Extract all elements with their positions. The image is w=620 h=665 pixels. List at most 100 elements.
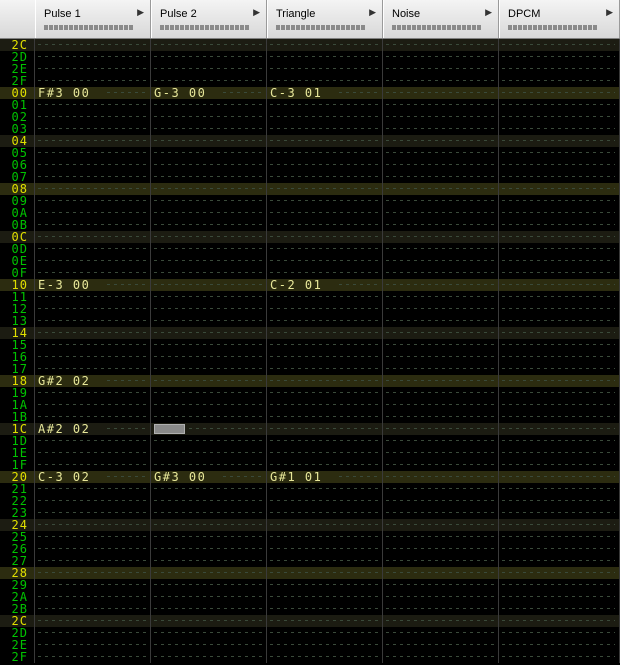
channel-header-triangle[interactable]: Triangle ▶ [267,0,383,38]
pattern-cell[interactable] [499,519,620,531]
pattern-cell[interactable] [151,483,267,495]
pattern-cell[interactable] [151,219,267,231]
pattern-cell[interactable] [151,627,267,639]
pattern-cell[interactable] [499,327,620,339]
pattern-cell[interactable] [267,339,383,351]
pattern-cell[interactable] [151,123,267,135]
pattern-cell[interactable] [383,195,499,207]
pattern-cell[interactable] [383,39,499,51]
pattern-cell[interactable] [499,399,620,411]
pattern-cell[interactable] [151,531,267,543]
pattern-cell[interactable] [267,399,383,411]
pattern-cell[interactable] [35,627,151,639]
pattern-cell[interactable] [499,147,620,159]
pattern-cell[interactable] [35,123,151,135]
pattern-cell[interactable]: C-3 02 [35,471,151,483]
pattern-grid[interactable]: 2C 2D 2E 2F 00 F#3 00 G-3 00 C-3 01 01 02 03 04 05 06… [0,39,620,665]
pattern-cell[interactable] [267,327,383,339]
pattern-cell[interactable] [383,519,499,531]
pattern-cell[interactable] [151,519,267,531]
pattern-cell[interactable] [499,231,620,243]
channel-header-pulse-1[interactable]: Pulse 1 ▶ [35,0,151,38]
pattern-cell[interactable] [499,339,620,351]
pattern-cell[interactable] [499,351,620,363]
pattern-cell[interactable] [267,651,383,663]
pattern-cell[interactable] [383,219,499,231]
pattern-cell[interactable] [499,531,620,543]
pattern-cell[interactable] [151,195,267,207]
pattern-cell[interactable] [35,615,151,627]
pattern-cell[interactable] [35,519,151,531]
pattern-cell[interactable] [499,627,620,639]
pattern-cell[interactable] [499,483,620,495]
pattern-cell[interactable] [35,183,151,195]
pattern-cell[interactable] [383,327,499,339]
pattern-cell[interactable] [35,543,151,555]
pattern-cell[interactable] [383,51,499,63]
pattern-cell[interactable] [151,567,267,579]
pattern-cell[interactable] [151,615,267,627]
pattern-cell[interactable] [267,39,383,51]
pattern-cell[interactable] [383,267,499,279]
pattern-cell[interactable] [383,363,499,375]
pattern-cell[interactable] [383,183,499,195]
pattern-cell[interactable] [151,183,267,195]
pattern-cell[interactable] [383,171,499,183]
pattern-cell[interactable] [151,147,267,159]
pattern-cell[interactable]: E-3 00 [35,279,151,291]
pattern-cell[interactable] [499,159,620,171]
pattern-cell[interactable] [151,495,267,507]
pattern-cell[interactable] [499,411,620,423]
pattern-cell[interactable] [151,99,267,111]
pattern-cell[interactable] [267,615,383,627]
pattern-cell[interactable] [383,531,499,543]
pattern-cell[interactable] [35,579,151,591]
pattern-cell[interactable] [267,147,383,159]
pattern-cell[interactable] [267,387,383,399]
pattern-cell[interactable] [383,615,499,627]
pattern-cell[interactable] [35,387,151,399]
pattern-cell[interactable] [151,447,267,459]
pattern-cell[interactable] [35,603,151,615]
pattern-cell[interactable] [267,63,383,75]
expand-arrow-icon[interactable]: ▶ [606,8,613,18]
pattern-cell[interactable] [151,303,267,315]
expand-arrow-icon[interactable]: ▶ [485,8,492,18]
pattern-cell[interactable] [151,75,267,87]
pattern-cell[interactable] [151,375,267,387]
pattern-cell[interactable] [267,567,383,579]
pattern-cell[interactable] [267,159,383,171]
pattern-cell[interactable] [151,39,267,51]
pattern-cell[interactable] [35,147,151,159]
pattern-cell[interactable] [499,195,620,207]
pattern-cell[interactable] [499,303,620,315]
pattern-cell[interactable] [151,399,267,411]
expand-arrow-icon[interactable]: ▶ [137,8,144,18]
pattern-cell[interactable] [151,111,267,123]
pattern-cell[interactable] [499,615,620,627]
pattern-cell[interactable] [35,327,151,339]
pattern-cell[interactable] [267,603,383,615]
pattern-cell[interactable] [383,483,499,495]
pattern-cell[interactable] [35,231,151,243]
pattern-cell[interactable] [499,375,620,387]
pattern-cell[interactable] [151,351,267,363]
pattern-cell[interactable]: G#2 02 [35,375,151,387]
pattern-cell[interactable] [35,507,151,519]
pattern-cell[interactable] [383,231,499,243]
pattern-cell[interactable] [499,267,620,279]
pattern-cell[interactable] [35,315,151,327]
channel-header-pulse-2[interactable]: Pulse 2 ▶ [151,0,267,38]
pattern-cell[interactable] [151,603,267,615]
pattern-cell[interactable] [267,207,383,219]
pattern-cell[interactable] [35,411,151,423]
pattern-cell[interactable] [151,387,267,399]
pattern-cell[interactable] [151,363,267,375]
pattern-cell[interactable] [267,171,383,183]
pattern-cell[interactable] [35,483,151,495]
pattern-cell[interactable] [383,651,499,663]
pattern-cell[interactable] [35,75,151,87]
pattern-cell[interactable] [383,435,499,447]
pattern-cell[interactable] [267,99,383,111]
pattern-cell[interactable] [499,243,620,255]
